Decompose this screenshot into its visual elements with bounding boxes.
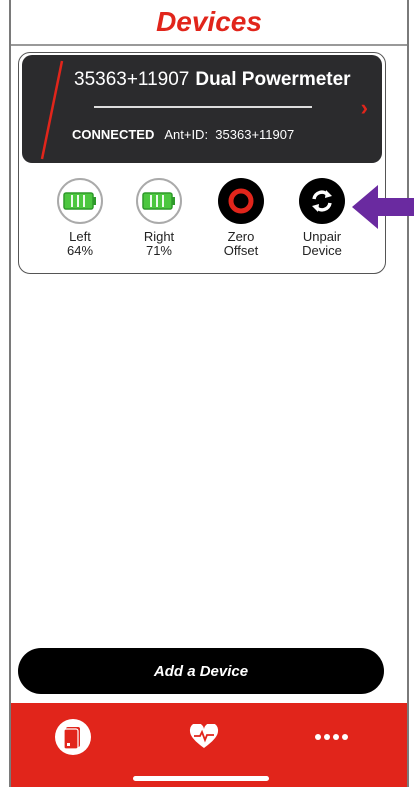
arrow-pointer-icon xyxy=(352,185,414,229)
battery-icon xyxy=(57,178,103,224)
chevron-right-icon[interactable]: › xyxy=(361,95,368,121)
tab-heart-rate[interactable] xyxy=(174,717,234,757)
right-battery[interactable]: Right 71% xyxy=(119,178,199,258)
ant-id-label: Ant+ID: xyxy=(164,127,209,142)
unpair-device-button[interactable]: Unpair Device xyxy=(282,178,362,258)
left-battery[interactable]: Left 64% xyxy=(40,178,120,258)
device-id: 35363+11907 xyxy=(74,69,190,90)
left-battery-label: Left 64% xyxy=(66,229,94,258)
slash-accent-icon xyxy=(40,60,64,160)
heart-rate-icon xyxy=(189,724,219,748)
device-title: 35363+11907 Dual Powermeter xyxy=(74,69,351,91)
zero-offset-label: Zero Offset xyxy=(223,229,259,258)
bottom-tab-bar xyxy=(11,703,407,787)
ant-id-value: 35363+11907 xyxy=(215,127,295,142)
battery-icon xyxy=(136,178,182,224)
device-panel[interactable]: 35363+11907 Dual Powermeter › CONNECTED An… xyxy=(22,55,382,163)
devices-tab-icon xyxy=(55,719,91,755)
device-status-line: CONNECTED Ant+ID: 35363+11907 xyxy=(72,127,294,142)
more-dots-icon xyxy=(315,734,348,740)
device-model: Dual Powermeter xyxy=(195,69,351,90)
tab-devices[interactable] xyxy=(43,717,103,757)
right-battery-label: Right 71% xyxy=(143,229,175,258)
home-indicator xyxy=(133,776,269,781)
device-actions: Left 64% Right 71% Zero Offset Unpair De… xyxy=(18,178,386,268)
zero-offset-icon xyxy=(218,178,264,224)
divider xyxy=(94,106,312,108)
zero-offset-button[interactable]: Zero Offset xyxy=(201,178,281,258)
add-device-button[interactable]: Add a Device xyxy=(18,648,384,694)
page-title: Devices xyxy=(156,6,262,37)
connection-status: CONNECTED xyxy=(72,127,155,142)
unpair-sync-icon xyxy=(299,178,345,224)
header-bar: Devices xyxy=(11,0,407,46)
unpair-device-label: Unpair Device xyxy=(302,229,342,258)
tab-more[interactable] xyxy=(301,717,361,757)
